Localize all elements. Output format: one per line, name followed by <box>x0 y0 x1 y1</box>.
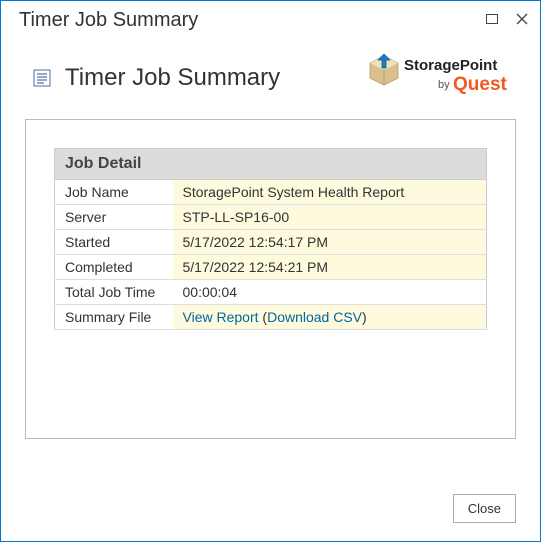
maximize-icon[interactable] <box>486 13 498 28</box>
started-label: Started <box>55 230 173 255</box>
storagepoint-logo: StoragePoint by Quest <box>366 54 516 101</box>
view-report-link[interactable]: View Report <box>183 309 259 325</box>
server-label: Server <box>55 205 173 230</box>
window-title: Timer Job Summary <box>19 9 486 32</box>
brand-text-top: StoragePoint <box>404 57 497 74</box>
table-row: Total Job Time 00:00:04 <box>55 280 487 305</box>
dialog-footer: Close <box>453 494 516 523</box>
job-detail-table: Job Detail Job Name StoragePoint System … <box>54 148 487 330</box>
summary-file-value: View Report (Download CSV) <box>173 305 487 330</box>
started-value: 5/17/2022 12:54:17 PM <box>173 230 487 255</box>
brand-text-name: Quest <box>453 74 508 95</box>
total-time-label: Total Job Time <box>55 280 173 305</box>
titlebar: Timer Job Summary <box>1 1 540 36</box>
page-header: Timer Job Summary StoragePoint by Quest <box>1 36 540 111</box>
content-frame: Job Detail Job Name StoragePoint System … <box>25 119 516 439</box>
summary-file-label: Summary File <box>55 305 173 330</box>
page-title: Timer Job Summary <box>65 64 366 92</box>
completed-value: 5/17/2022 12:54:21 PM <box>173 255 487 280</box>
total-time-value: 00:00:04 <box>173 280 487 305</box>
titlebar-controls <box>486 13 528 28</box>
table-row: Job Name StoragePoint System Health Repo… <box>55 180 487 205</box>
brand-text-by: by <box>438 79 450 91</box>
completed-label: Completed <box>55 255 173 280</box>
job-detail-header: Job Detail <box>55 149 487 180</box>
close-icon[interactable] <box>516 13 528 28</box>
job-name-label: Job Name <box>55 180 173 205</box>
paren-close: ) <box>362 309 367 325</box>
job-name-value: StoragePoint System Health Report <box>173 180 487 205</box>
timer-job-summary-dialog: Timer Job Summary Timer Job Summary <box>0 0 541 542</box>
table-row: Server STP-LL-SP16-00 <box>55 205 487 230</box>
table-row: Summary File View Report (Download CSV) <box>55 305 487 330</box>
table-row: Completed 5/17/2022 12:54:21 PM <box>55 255 487 280</box>
job-summary-icon <box>33 69 51 87</box>
job-detail-title: Job Detail <box>55 149 487 180</box>
server-value: STP-LL-SP16-00 <box>173 205 487 230</box>
download-csv-link[interactable]: Download CSV <box>267 309 362 325</box>
table-row: Started 5/17/2022 12:54:17 PM <box>55 230 487 255</box>
close-button[interactable]: Close <box>453 494 516 523</box>
